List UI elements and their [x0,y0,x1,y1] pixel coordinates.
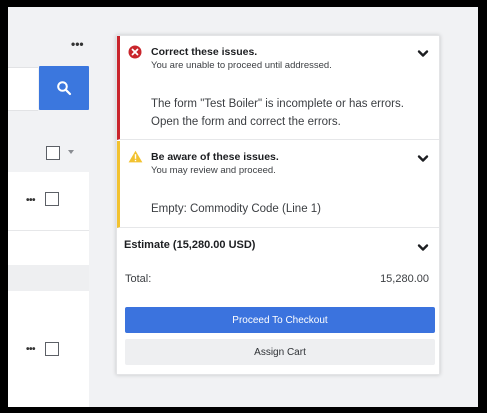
search-icon [57,81,72,96]
search-button[interactable] [39,66,89,110]
cart-list-column: ••• ••• ••• [8,7,100,407]
assign-cart-button[interactable]: Assign Cart [125,339,435,365]
error-message-line: The form "Test Boiler" is incomplete or … [151,98,404,110]
warning-title: Be aware of these issues. [151,151,279,163]
error-message-line: Open the form and correct the errors. [151,116,341,128]
estimate-title: Estimate (15,280.00 USD) [124,239,256,251]
select-all-control[interactable] [46,146,86,164]
error-subtitle: You are unable to proceed until addresse… [151,60,332,71]
more-options-icon[interactable]: ••• [71,38,84,50]
row-more-icon[interactable]: ••• [26,195,36,206]
chevron-down-icon[interactable] [417,243,429,253]
row-divider [8,230,89,231]
row-checkbox[interactable] [45,342,59,356]
row-checkbox[interactable] [45,192,59,206]
proceed-to-checkout-button[interactable]: Proceed To Checkout [125,307,435,333]
chevron-down-icon[interactable] [417,49,429,59]
warning-alert: Be aware of these issues. You may review… [117,141,439,228]
error-x-circle-icon [128,45,142,59]
estimate-section: Estimate (15,280.00 USD) Total: 15,280.0… [117,229,439,375]
warning-subtitle: You may review and proceed. [151,165,276,176]
error-title: Correct these issues. [151,46,258,58]
total-value: 15,280.00 [380,273,429,285]
checkout-summary-panel: Correct these issues. You are unable to … [116,35,440,375]
search-input[interactable] [8,67,38,111]
warning-message: Empty: Commodity Code (Line 1) [151,203,322,215]
cart-line-list: ••• ••• [8,172,89,407]
error-alert: Correct these issues. You are unable to … [117,36,439,140]
row-more-icon[interactable]: ••• [26,344,36,355]
chevron-down-icon[interactable] [68,150,74,154]
warning-triangle-icon [128,150,143,163]
chevron-down-icon[interactable] [417,154,429,164]
total-label: Total: [125,273,152,285]
table-row [8,265,89,291]
select-all-checkbox[interactable] [46,146,60,160]
app-frame: ••• ••• ••• Correct these issues. You ar… [8,7,478,407]
